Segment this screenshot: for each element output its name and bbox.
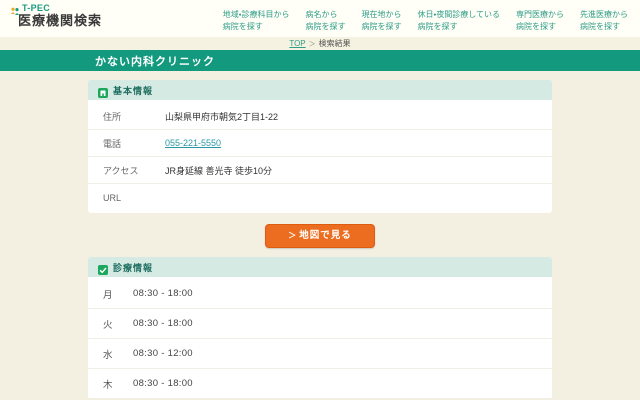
basic-info-title: 基本情報 [113, 85, 154, 96]
breadcrumb: TOP ＞ 検索結果 [0, 37, 640, 50]
clinic-hours-rows: 月 08:30 - 18:00 火 08:30 - 18:00 水 08:30 … [88, 277, 552, 399]
day-label: 木 [103, 379, 113, 391]
breadcrumb-current: 検索結果 [318, 39, 351, 48]
building-icon [98, 85, 108, 98]
clinic-hours-card: 診療情報 月 08:30 - 18:00 火 08:30 - 18:00 水 0… [88, 257, 552, 399]
map-button-wrap: ＞地図で見る [0, 224, 640, 248]
nav-item-area[interactable]: 地域・診療科目から 病院を探す [223, 9, 290, 34]
nav-item-label: 専門医療から [516, 10, 564, 19]
nav-item-label: 病院を探す [516, 22, 556, 32]
info-label: 住所 [103, 111, 122, 122]
schedule-check-icon [98, 262, 108, 275]
hours-value: 08:30 - 18:00 [133, 318, 193, 329]
phone-link[interactable]: 055-221-5550 [165, 138, 221, 148]
nav-item-location[interactable]: 現在地から 病院を探す [362, 9, 402, 34]
day-label: 月 [103, 289, 113, 301]
info-row-url: URL [88, 184, 552, 211]
nav-item-label: 病名から [305, 10, 338, 19]
brand-subtitle: 医療機関検索 [18, 13, 103, 28]
nav-item-label: 病院を探す [580, 22, 620, 32]
view-map-button[interactable]: ＞地図で見る [265, 224, 375, 248]
info-label: アクセス [103, 165, 139, 176]
info-label: URL [103, 192, 122, 203]
site-header: T-PEC 医療機関検索 地域・診療科目から 病院を探す 病名から 病院を探す … [0, 0, 640, 37]
nav-item-label: 病院を探す [417, 22, 458, 32]
nav-item-label: 病院を探す [361, 22, 402, 32]
hours-row-tuesday: 火 08:30 - 18:00 [88, 309, 552, 339]
access-value: JR身延線 善光寺 徒歩10分 [165, 165, 273, 176]
hours-value: 08:30 - 18:00 [133, 288, 193, 299]
tpec-logo[interactable]: T-PEC 医療機関検索 [10, 3, 103, 28]
clinic-title-bar: かない内科クリニック [0, 50, 640, 71]
page-title: かない内科クリニック [95, 55, 215, 68]
nav-item-holiday[interactable]: 休日・夜間診療している 病院を探す [418, 9, 500, 34]
info-row-phone: 電話 055-221-5550 [88, 130, 552, 157]
nav-item-label: 休日・夜間診療している [417, 10, 500, 19]
breadcrumb-top-link[interactable]: TOP [289, 39, 305, 48]
hours-row-thursday: 木 08:30 - 18:00 [88, 369, 552, 399]
hours-value: 08:30 - 18:00 [133, 378, 193, 389]
day-label: 水 [103, 349, 113, 361]
basic-info-header: 基本情報 [88, 80, 552, 100]
nav-item-specialist[interactable]: 専門医療から 病院を探す [516, 9, 564, 34]
main-nav: 地域・診療科目から 病院を探す 病名から 病院を探す 現在地から 病院を探す 休… [223, 4, 628, 34]
view-map-label: 地図で見る [299, 230, 352, 241]
basic-info-rows: 住所 山梨県甲府市朝気2丁目1-22 電話 055-221-5550 アクセス … [88, 100, 552, 213]
clinic-hours-title: 診療情報 [113, 262, 154, 273]
hours-value: 08:30 - 12:00 [133, 348, 193, 359]
hours-row-monday: 月 08:30 - 18:00 [88, 279, 552, 309]
info-row-access: アクセス JR身延線 善光寺 徒歩10分 [88, 157, 552, 184]
nav-item-label: 病院を探す [222, 22, 263, 32]
clinic-hours-header: 診療情報 [88, 257, 552, 277]
day-label: 火 [103, 319, 113, 331]
nav-item-label: 先進医療から [580, 10, 628, 19]
content-area: 基本情報 住所 山梨県甲府市朝気2丁目1-22 電話 055-221-5550 … [0, 71, 640, 399]
address-value: 山梨県甲府市朝気2丁目1-22 [165, 111, 279, 122]
info-label: 電話 [103, 138, 122, 149]
nav-item-disease[interactable]: 病名から 病院を探す [306, 9, 346, 34]
nav-item-label: 病院を探す [305, 22, 346, 32]
hours-row-wednesday: 水 08:30 - 12:00 [88, 339, 552, 369]
info-row-address: 住所 山梨県甲府市朝気2丁目1-22 [88, 103, 552, 130]
nav-item-label: 現在地から [361, 10, 402, 19]
chevron-right-icon: ＞ [288, 231, 298, 240]
basic-info-card: 基本情報 住所 山梨県甲府市朝気2丁目1-22 電話 055-221-5550 … [88, 80, 552, 213]
nav-item-advanced[interactable]: 先進医療から 病院を探す [580, 9, 628, 34]
nav-item-label: 地域・診療科目から [222, 10, 290, 19]
breadcrumb-separator: ＞ [308, 40, 316, 48]
